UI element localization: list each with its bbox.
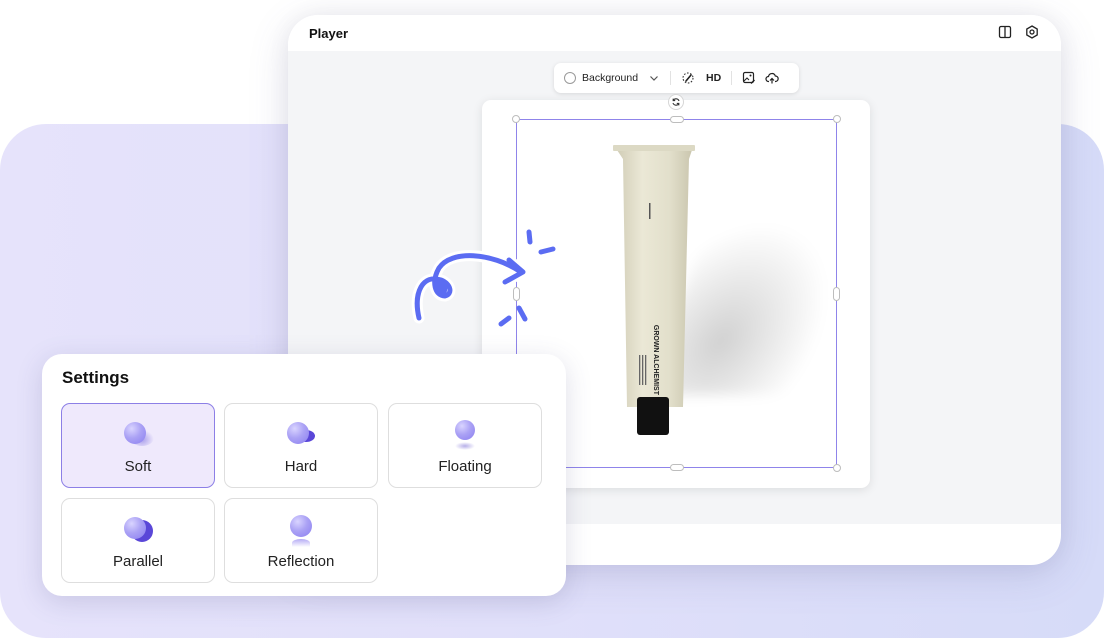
image-edit-icon[interactable] [742, 71, 756, 85]
shadow-option-reflection[interactable]: Reflection [224, 498, 378, 583]
split-panel-icon[interactable] [998, 25, 1012, 39]
hard-shadow-sphere-icon [281, 420, 321, 452]
settings-title: Settings [62, 368, 130, 387]
magic-brush-icon[interactable] [681, 71, 695, 85]
player-title: Player [309, 26, 349, 41]
hd-button[interactable]: HD [706, 72, 721, 84]
resize-handle-bottom-right[interactable] [833, 464, 841, 472]
floating-shadow-sphere-icon [445, 420, 485, 452]
resize-handle-top-left[interactable] [512, 115, 520, 123]
background-label[interactable]: Background [582, 72, 638, 84]
cloud-upload-icon[interactable] [765, 71, 779, 85]
shadow-option-hard[interactable]: Hard [224, 403, 378, 488]
resize-handle-top[interactable] [670, 116, 684, 123]
shadow-option-soft[interactable]: Soft [61, 403, 215, 488]
shadow-option-parallel[interactable]: Parallel [61, 498, 215, 583]
option-label: Floating [438, 458, 492, 475]
rotate-handle[interactable] [668, 94, 684, 110]
arrow-doodle-icon [411, 229, 556, 327]
resize-handle-right[interactable] [833, 287, 840, 301]
option-label: Parallel [112, 553, 164, 570]
rotate-icon [672, 98, 680, 106]
option-label: Hard [284, 458, 318, 475]
toolbar-divider [731, 71, 733, 85]
player-header: Player [288, 15, 1061, 51]
resize-handle-bottom[interactable] [670, 464, 684, 471]
settings-gear-icon[interactable] [1025, 25, 1039, 39]
parallel-shadow-sphere-icon [118, 515, 158, 547]
canvas-toolbar: Background HD [554, 63, 799, 93]
stage: Player Background HD GROWN ALCHEMIST Set… [0, 0, 1104, 638]
toolbar-divider [670, 71, 672, 85]
soft-shadow-sphere-icon [118, 420, 158, 452]
reflection-shadow-sphere-icon [281, 515, 321, 547]
resize-handle-top-right[interactable] [833, 115, 841, 123]
option-label: Reflection [267, 553, 335, 570]
option-label: Soft [124, 458, 152, 475]
header-actions [998, 25, 1039, 39]
chevron-down-icon[interactable] [648, 72, 660, 84]
radio-circle-icon[interactable] [564, 72, 576, 84]
settings-panel: Settings Soft Hard Floating Parallel Ref… [42, 354, 566, 596]
shadow-option-floating[interactable]: Floating [388, 403, 542, 488]
